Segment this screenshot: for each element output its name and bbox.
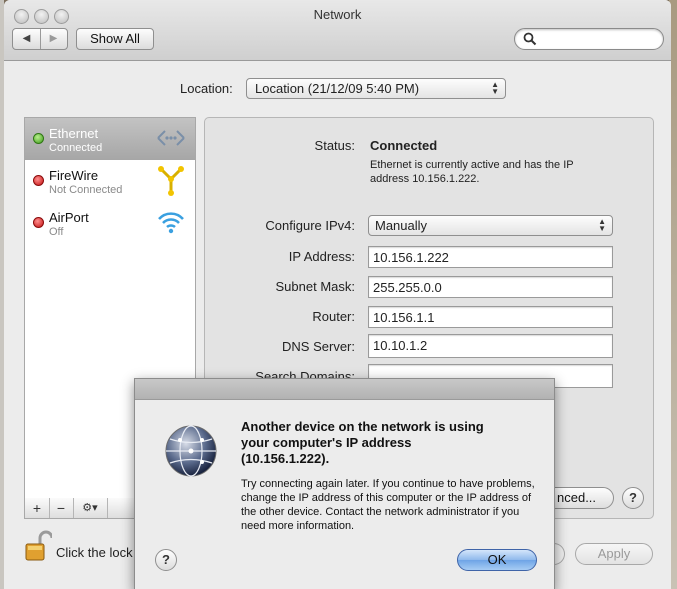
airport-icon (158, 212, 184, 234)
status-value: Connected (370, 138, 438, 153)
location-label: Location: (180, 81, 233, 96)
dns-server-field[interactable]: 10.10.1.2 (368, 334, 613, 358)
search-input[interactable] (514, 28, 664, 50)
remove-service-button[interactable]: − (49, 498, 74, 518)
back-button[interactable]: ◀ (13, 29, 41, 49)
alert-title: Another device on the network is using y… (241, 419, 531, 467)
ip-conflict-alert: Another device on the network is using y… (134, 378, 555, 589)
service-item-ethernet[interactable]: Ethernet Connected (25, 118, 195, 160)
subnet-mask-label: Subnet Mask: (275, 279, 356, 294)
triangle-right-icon: ▶ (49, 33, 58, 44)
status-label: Status: (314, 138, 355, 153)
alert-help-button[interactable]: ? (155, 549, 177, 571)
back-forward-group: ◀ ▶ (12, 28, 68, 50)
configure-ipv4-value: Manually (375, 218, 428, 233)
alert-message: Try connecting again later. If you conti… (241, 478, 535, 532)
ok-button[interactable]: OK (457, 549, 537, 571)
alert-top-bar (135, 379, 554, 400)
service-name: FireWire (49, 168, 99, 183)
triangle-left-icon: ◀ (22, 33, 31, 44)
status-description-line1: Ethernet is currently active and has the… (370, 159, 574, 171)
service-status: Off (49, 226, 64, 238)
forward-button[interactable]: ▶ (40, 29, 67, 49)
ip-address-field[interactable]: 10.156.1.222 (368, 246, 613, 268)
add-service-button[interactable]: + (25, 498, 50, 518)
apply-button[interactable]: Apply (575, 543, 653, 565)
search-icon (523, 32, 537, 46)
service-status: Not Connected (49, 184, 123, 196)
lock-message: Click the lock (56, 545, 133, 560)
service-item-airport[interactable]: AirPort Off (25, 202, 195, 244)
help-button[interactable]: ? (622, 487, 644, 509)
window-title: Network (313, 7, 362, 22)
alert-title-line2: your computer's IP address (241, 435, 412, 450)
service-item-firewire[interactable]: FireWire Not Connected (25, 160, 195, 202)
service-name: AirPort (49, 210, 89, 225)
dns-server-label: DNS Server: (282, 339, 355, 354)
title-bar: Network ◀ ▶ Show All (4, 0, 671, 61)
ethernet-icon (157, 130, 185, 146)
ip-address-label: IP Address: (288, 249, 355, 264)
updown-arrows-icon: ▲ ▼ (491, 80, 499, 96)
service-name: Ethernet (49, 126, 99, 141)
show-all-button[interactable]: Show All (76, 28, 154, 50)
alert-title-line3: (10.156.1.222). (241, 451, 330, 466)
firewire-icon (158, 166, 184, 196)
alert-title-line1: Another device on the network is using (241, 419, 484, 434)
status-red-icon (33, 175, 44, 186)
configure-ipv4-popup[interactable]: Manually ▲ ▼ (368, 215, 613, 236)
dns-server-value: 10.10.1.2 (373, 338, 428, 353)
service-status: Connected (49, 142, 103, 154)
router-label: Router: (312, 309, 355, 324)
location-popup[interactable]: Location (21/12/09 5:40 PM) ▲ ▼ (246, 78, 506, 99)
updown-arrows-icon: ▲ ▼ (598, 217, 606, 233)
network-preferences-window: Network ◀ ▶ Show All Location: Location … (4, 0, 671, 589)
router-value: 10.156.1.1 (373, 310, 435, 325)
configure-ipv4-label: Configure IPv4: (265, 218, 355, 233)
action-menu-button[interactable]: ⚙▾ (73, 498, 108, 518)
status-description-line2: address 10.156.1.222. (370, 173, 480, 185)
network-globe-icon (165, 425, 217, 477)
subnet-mask-value: 255.255.0.0 (373, 280, 442, 295)
subnet-mask-field[interactable]: 255.255.0.0 (368, 276, 613, 298)
status-green-icon (33, 133, 44, 144)
location-value: Location (21/12/09 5:40 PM) (255, 81, 420, 96)
router-field[interactable]: 10.156.1.1 (368, 306, 613, 328)
ip-address-value: 10.156.1.222 (373, 250, 449, 265)
status-red-icon (33, 217, 44, 228)
lock-icon[interactable] (24, 530, 52, 564)
